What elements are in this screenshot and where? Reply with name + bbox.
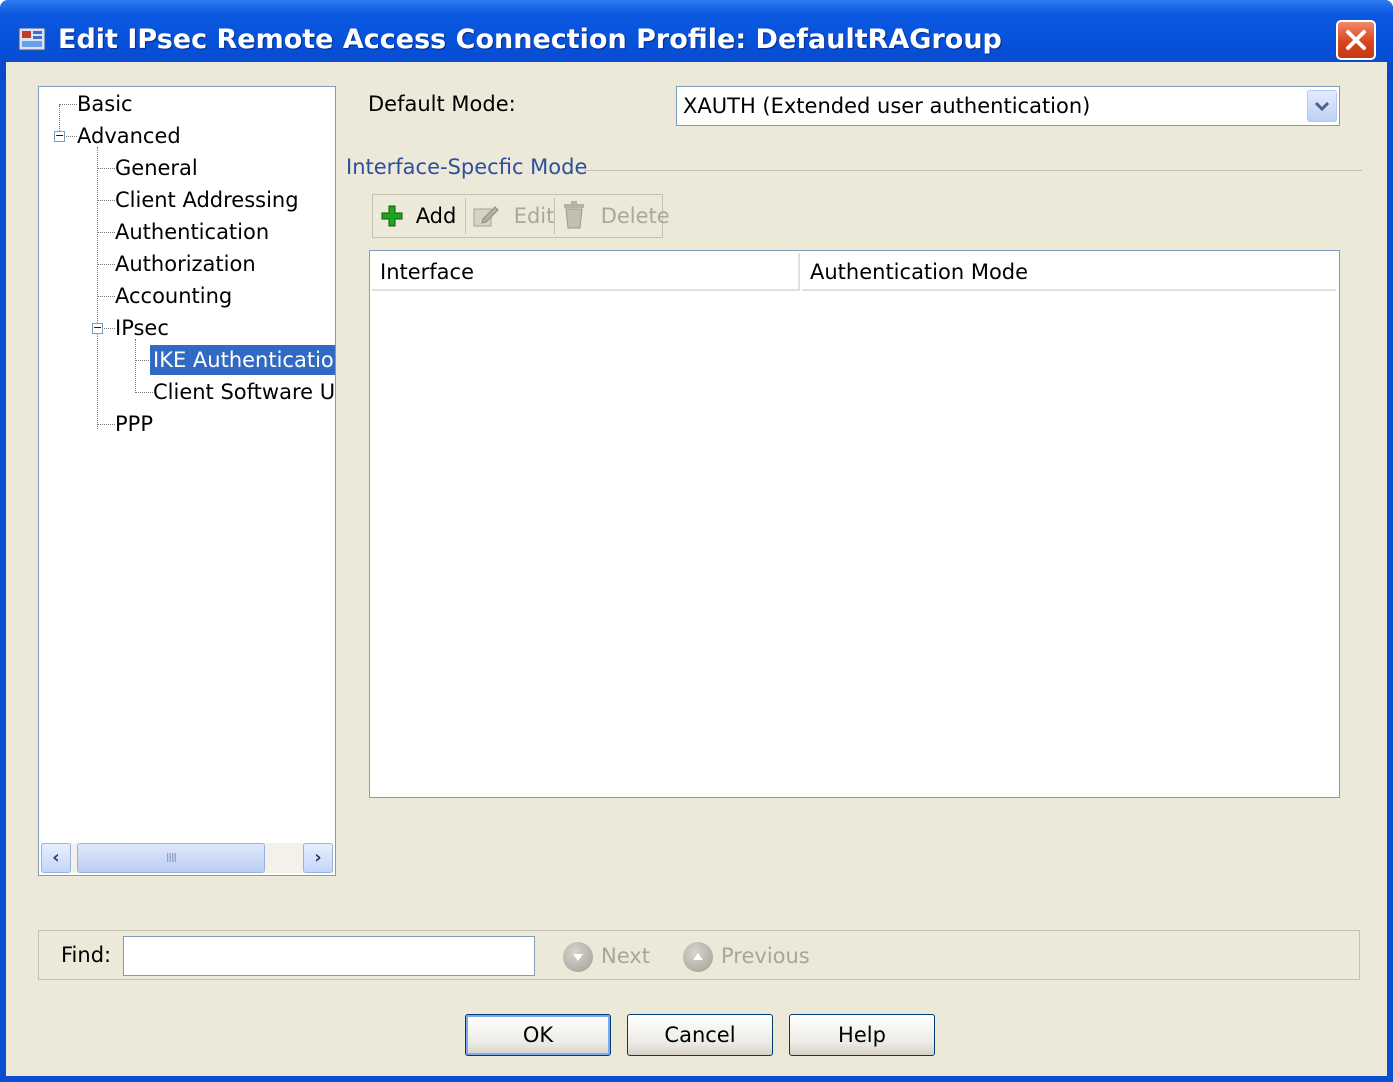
scroll-thumb[interactable]: IIII <box>77 843 265 873</box>
add-button[interactable]: Add <box>381 195 456 237</box>
tree-item-accounting[interactable]: Accounting <box>115 281 232 311</box>
dropdown-button[interactable] <box>1307 90 1337 122</box>
window-title: Edit IPsec Remote Access Connection Prof… <box>58 24 1002 55</box>
chevron-right-icon: › <box>314 847 322 868</box>
column-header-interface[interactable]: Interface <box>372 253 800 291</box>
table-toolbar: Add Edit Delete <box>372 194 670 238</box>
tree-item-general[interactable]: General <box>115 153 198 183</box>
column-header-authentication-mode[interactable]: Authentication Mode <box>802 253 1336 291</box>
tree-connector <box>97 424 115 425</box>
interface-mode-table[interactable]: Interface Authentication Mode <box>369 250 1340 798</box>
app-icon <box>18 25 48 53</box>
default-mode-value: XAUTH (Extended user authentication) <box>683 94 1091 118</box>
tree-connector <box>97 296 115 297</box>
tree-item-client-software-upgrade[interactable]: Client Software Upgrade <box>153 377 335 407</box>
scroll-thumb-grip: IIII <box>165 851 177 865</box>
delete-button[interactable]: Delete <box>562 195 670 237</box>
add-icon <box>381 205 403 227</box>
find-input[interactable] <box>123 936 535 976</box>
find-previous-label: Previous <box>721 944 810 968</box>
dialog-window: Edit IPsec Remote Access Connection Prof… <box>0 0 1393 1082</box>
edit-icon <box>473 206 499 227</box>
tree-connector <box>97 232 115 233</box>
interface-specific-group-title: Interface-Specfic Mode <box>346 155 588 179</box>
tree-connector <box>59 104 77 105</box>
tree-connector <box>97 147 98 429</box>
tree-item-authentication[interactable]: Authentication <box>115 217 269 247</box>
navigation-tree[interactable]: − − Basic Advanced General Client Addres… <box>38 86 336 876</box>
find-label: Find: <box>61 943 112 967</box>
close-icon <box>1346 30 1366 50</box>
collapse-ipsec-icon[interactable]: − <box>92 322 103 334</box>
ok-button[interactable]: OK <box>465 1014 611 1056</box>
tree-item-basic[interactable]: Basic <box>77 89 133 119</box>
tree-item-client-addressing[interactable]: Client Addressing <box>115 185 299 215</box>
toolbar-separator <box>554 198 555 234</box>
cancel-button[interactable]: Cancel <box>627 1014 773 1056</box>
tree-item-authorization[interactable]: Authorization <box>115 249 256 279</box>
chevron-down-icon <box>1314 101 1330 112</box>
find-previous-button[interactable]: Previous <box>683 937 810 975</box>
dialog-body: − − Basic Advanced General Client Addres… <box>6 62 1387 1076</box>
scroll-left-button[interactable]: ‹ <box>41 843 71 873</box>
tree-item-advanced[interactable]: Advanced <box>77 121 181 151</box>
chevron-left-icon: ‹ <box>52 847 60 868</box>
help-button[interactable]: Help <box>789 1014 935 1056</box>
default-mode-label: Default Mode: <box>368 92 516 116</box>
add-label: Add <box>415 204 457 228</box>
collapse-advanced-icon[interactable]: − <box>54 130 65 142</box>
scroll-right-button[interactable]: › <box>303 843 333 873</box>
toolbar-separator <box>465 198 466 234</box>
tree-connector <box>135 392 153 393</box>
default-mode-select[interactable]: XAUTH (Extended user authentication) <box>676 86 1340 126</box>
tree-item-ppp[interactable]: PPP <box>115 409 153 439</box>
tree-item-ipsec[interactable]: IPsec <box>115 313 169 343</box>
find-next-button[interactable]: Next <box>563 937 650 975</box>
trash-icon <box>564 201 584 229</box>
tree-horizontal-scrollbar[interactable]: ‹ IIII › <box>41 843 333 873</box>
tree-connector <box>97 200 115 201</box>
tree-connector <box>135 339 136 393</box>
delete-label: Delete <box>600 204 670 228</box>
tree-connector <box>97 264 115 265</box>
arrow-down-icon <box>563 942 593 972</box>
tree-connector <box>97 168 115 169</box>
group-divider <box>584 170 1362 171</box>
edit-label: Edit <box>513 204 555 228</box>
close-button[interactable] <box>1336 20 1376 60</box>
find-bar: Find: Next Previous <box>38 930 1360 980</box>
edit-button[interactable]: Edit <box>473 195 554 237</box>
arrow-up-icon <box>683 942 713 972</box>
tree-item-ike-authentication[interactable]: IKE Authentication <box>150 345 335 375</box>
find-next-label: Next <box>601 944 650 968</box>
